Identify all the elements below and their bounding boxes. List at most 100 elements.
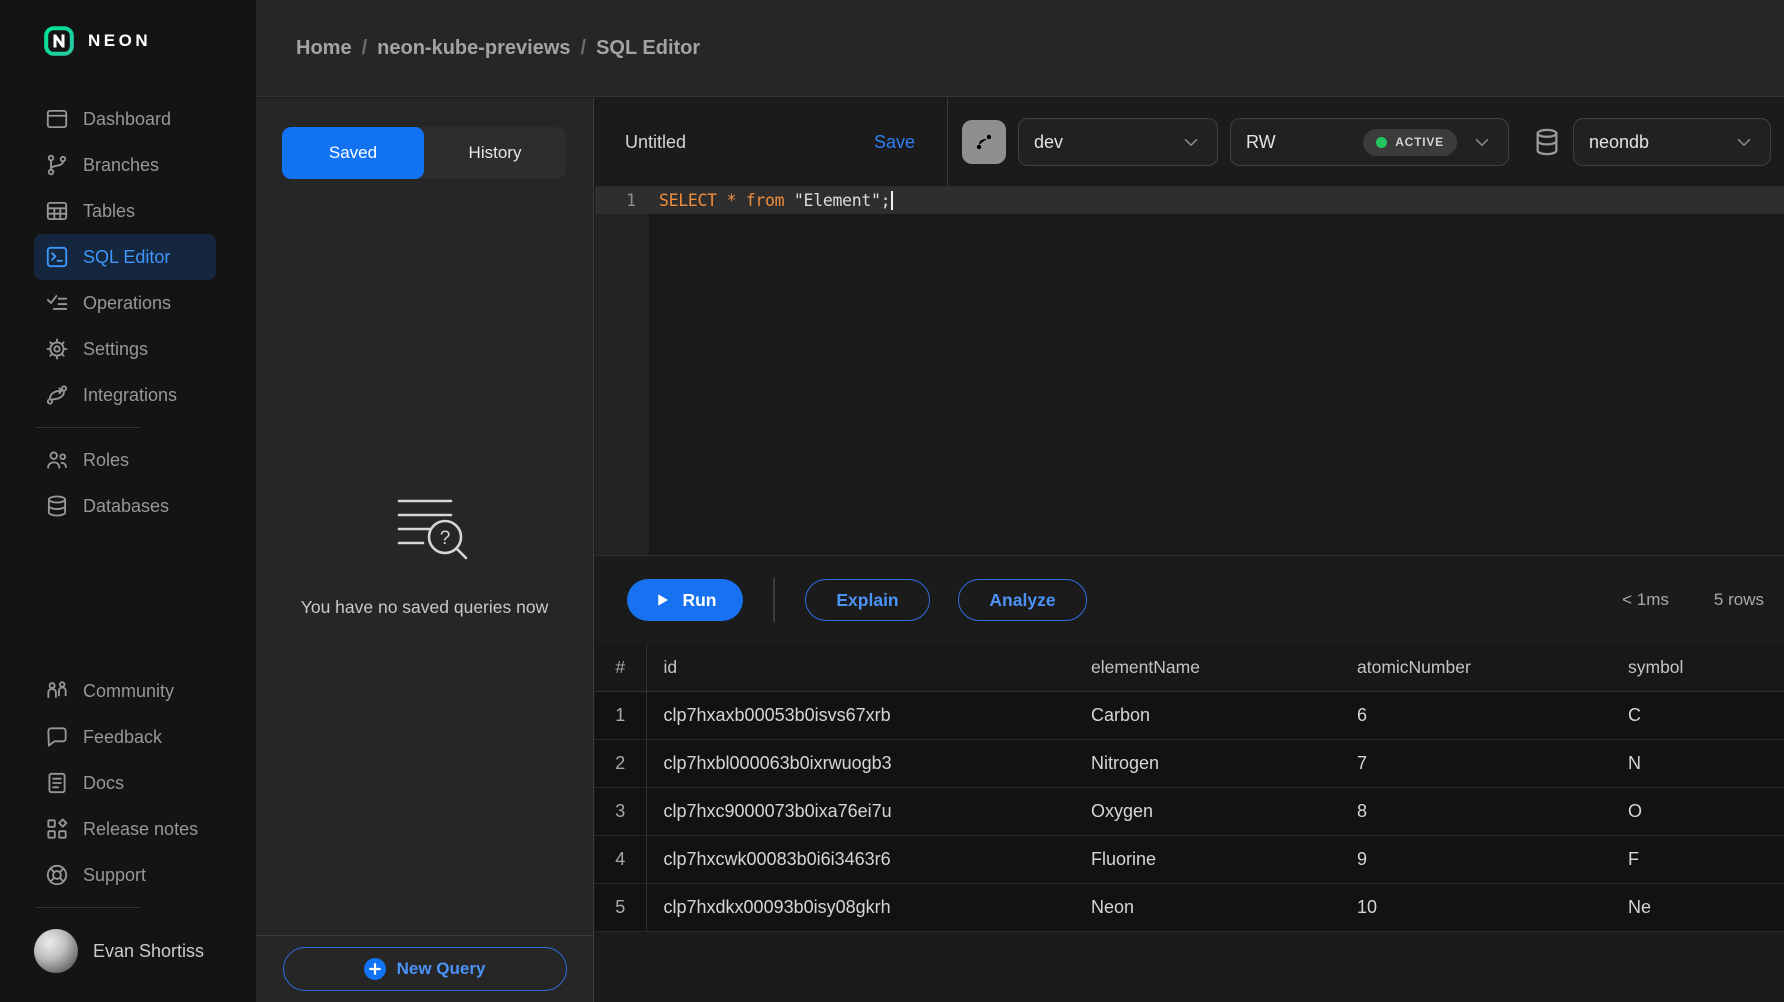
table-row: 5 clp7hxdkx00093b0isy08gkrh Neon 10 Ne xyxy=(595,883,1784,931)
breadcrumb-project[interactable]: neon-kube-previews xyxy=(377,37,570,60)
sidebar-divider xyxy=(36,427,140,428)
dashboard-icon xyxy=(44,106,70,132)
editor-active-line: 1 SELECT * from "Element"; xyxy=(595,187,1784,214)
explain-button[interactable]: Explain xyxy=(805,579,930,621)
sidebar: NEON Dashboard Branches Tables xyxy=(0,0,256,1002)
cell-id: clp7hxc9000073b0ixa76ei7u xyxy=(646,787,1074,835)
compute-status-badge: ACTIVE xyxy=(1363,129,1457,156)
analyze-button[interactable]: Analyze xyxy=(958,579,1087,621)
sidebar-item-databases[interactable]: Databases xyxy=(34,483,216,529)
neon-logo-icon xyxy=(44,26,74,56)
app-window: NEON Dashboard Branches Tables xyxy=(0,0,1784,1002)
topbar: Home / neon-kube-previews / SQL Editor xyxy=(256,0,1784,97)
sidebar-item-branches[interactable]: Branches xyxy=(34,142,216,188)
sidebar-item-docs[interactable]: Docs xyxy=(34,760,216,806)
play-icon xyxy=(653,591,671,609)
table-icon xyxy=(44,198,70,224)
cell-atomic-number: 8 xyxy=(1340,787,1611,835)
sidebar-item-label: Roles xyxy=(83,450,129,471)
query-stats: < 1ms 5 rows xyxy=(1622,590,1764,610)
column-header-atomicnumber: atomicNumber xyxy=(1340,644,1611,691)
roles-users-icon xyxy=(44,447,70,473)
save-query-link[interactable]: Save xyxy=(874,132,915,153)
branch-select[interactable]: dev xyxy=(1018,118,1218,166)
column-header-index: # xyxy=(595,644,646,691)
new-query-button[interactable]: New Query xyxy=(283,947,567,991)
cell-row-number: 2 xyxy=(595,739,646,787)
breadcrumb-separator: / xyxy=(362,37,368,60)
sidebar-item-label: Dashboard xyxy=(83,109,171,130)
compute-select[interactable]: RW ACTIVE xyxy=(1230,118,1509,166)
cell-symbol: Ne xyxy=(1611,883,1784,931)
life-ring-icon xyxy=(44,862,70,888)
sql-editor-icon xyxy=(44,244,70,270)
cell-symbol: C xyxy=(1611,691,1784,739)
query-title-section: Untitled Save xyxy=(595,98,948,186)
sidebar-item-sql-editor[interactable]: SQL Editor xyxy=(34,234,216,280)
sidebar-item-label: Databases xyxy=(83,496,169,517)
sql-keyword: SELECT xyxy=(659,191,717,210)
active-status-dot xyxy=(1376,137,1387,148)
run-label: Run xyxy=(682,590,716,611)
breadcrumb-home[interactable]: Home xyxy=(296,37,352,60)
integrations-icon xyxy=(44,382,70,408)
sql-identifier: "Element" xyxy=(794,191,881,210)
sidebar-item-feedback[interactable]: Feedback xyxy=(34,714,216,760)
cell-id: clp7hxaxb00053b0isvs67xrb xyxy=(646,691,1074,739)
svg-text:?: ? xyxy=(439,528,450,549)
tab-history[interactable]: History xyxy=(424,127,566,179)
compute-select-value: RW xyxy=(1246,132,1276,153)
sidebar-item-settings[interactable]: Settings xyxy=(34,326,216,372)
sidebar-item-tables[interactable]: Tables xyxy=(34,188,216,234)
database-icon xyxy=(44,493,70,519)
no-queries-icon: ? xyxy=(373,475,477,571)
column-header-id: id xyxy=(646,644,1074,691)
text-cursor xyxy=(891,191,893,210)
cell-element-name: Fluorine xyxy=(1074,835,1340,883)
sidebar-item-release-notes[interactable]: Release notes xyxy=(34,806,216,852)
branch-badge-icon xyxy=(962,120,1006,164)
plus-circle-icon xyxy=(364,958,386,980)
user-avatar xyxy=(34,929,78,973)
sidebar-item-support[interactable]: Support xyxy=(34,852,216,898)
cell-id: clp7hxdkx00093b0isy08gkrh xyxy=(646,883,1074,931)
sidebar-item-label: Docs xyxy=(83,773,124,794)
sidebar-nav-primary: Dashboard Branches Tables SQL Editor xyxy=(0,96,256,529)
sidebar-item-community[interactable]: Community xyxy=(34,668,216,714)
user-name: Evan Shortiss xyxy=(93,941,204,962)
cell-element-name: Oxygen xyxy=(1074,787,1340,835)
sidebar-item-label: Release notes xyxy=(83,819,198,840)
sidebar-divider xyxy=(36,907,140,908)
sidebar-item-dashboard[interactable]: Dashboard xyxy=(34,96,216,142)
database-select[interactable]: neondb xyxy=(1573,118,1771,166)
sidebar-item-label: SQL Editor xyxy=(83,247,170,268)
results-table: # id elementName atomicNumber symbol 1 c… xyxy=(595,644,1784,932)
editor-header: Untitled Save dev RW ACTIVE xyxy=(595,98,1784,187)
user-menu[interactable]: Evan Shortiss xyxy=(34,929,204,973)
run-button[interactable]: Run xyxy=(627,579,743,621)
new-query-label: New Query xyxy=(397,959,486,979)
sidebar-item-label: Settings xyxy=(83,339,148,360)
database-select-value: neondb xyxy=(1589,132,1649,153)
code-editor[interactable]: 1 SELECT * from "Element"; xyxy=(595,187,1784,555)
table-row: 3 clp7hxc9000073b0ixa76ei7u Oxygen 8 O xyxy=(595,787,1784,835)
tab-saved[interactable]: Saved xyxy=(282,127,424,179)
branch-select-value: dev xyxy=(1034,132,1063,153)
connection-controls: dev RW ACTIVE xyxy=(948,98,1784,186)
breadcrumb-current-page: SQL Editor xyxy=(596,37,700,60)
neon-logo[interactable]: NEON xyxy=(44,26,151,56)
chevron-down-icon xyxy=(1180,131,1202,153)
editor-gutter xyxy=(595,187,649,555)
sidebar-item-label: Integrations xyxy=(83,385,177,406)
sidebar-item-integrations[interactable]: Integrations xyxy=(34,372,216,418)
saved-panel-footer: New Query xyxy=(256,935,593,1002)
toolbar-divider xyxy=(773,578,775,622)
cell-symbol: O xyxy=(1611,787,1784,835)
query-title[interactable]: Untitled xyxy=(625,132,686,153)
sidebar-item-operations[interactable]: Operations xyxy=(34,280,216,326)
feedback-bubble-icon xyxy=(44,724,70,750)
cell-id: clp7hxbl000063b0ixrwuogb3 xyxy=(646,739,1074,787)
sidebar-item-roles[interactable]: Roles xyxy=(34,437,216,483)
empty-state-message: You have no saved queries now xyxy=(301,597,548,618)
sidebar-nav-secondary: Community Feedback Docs Release notes xyxy=(0,668,256,917)
